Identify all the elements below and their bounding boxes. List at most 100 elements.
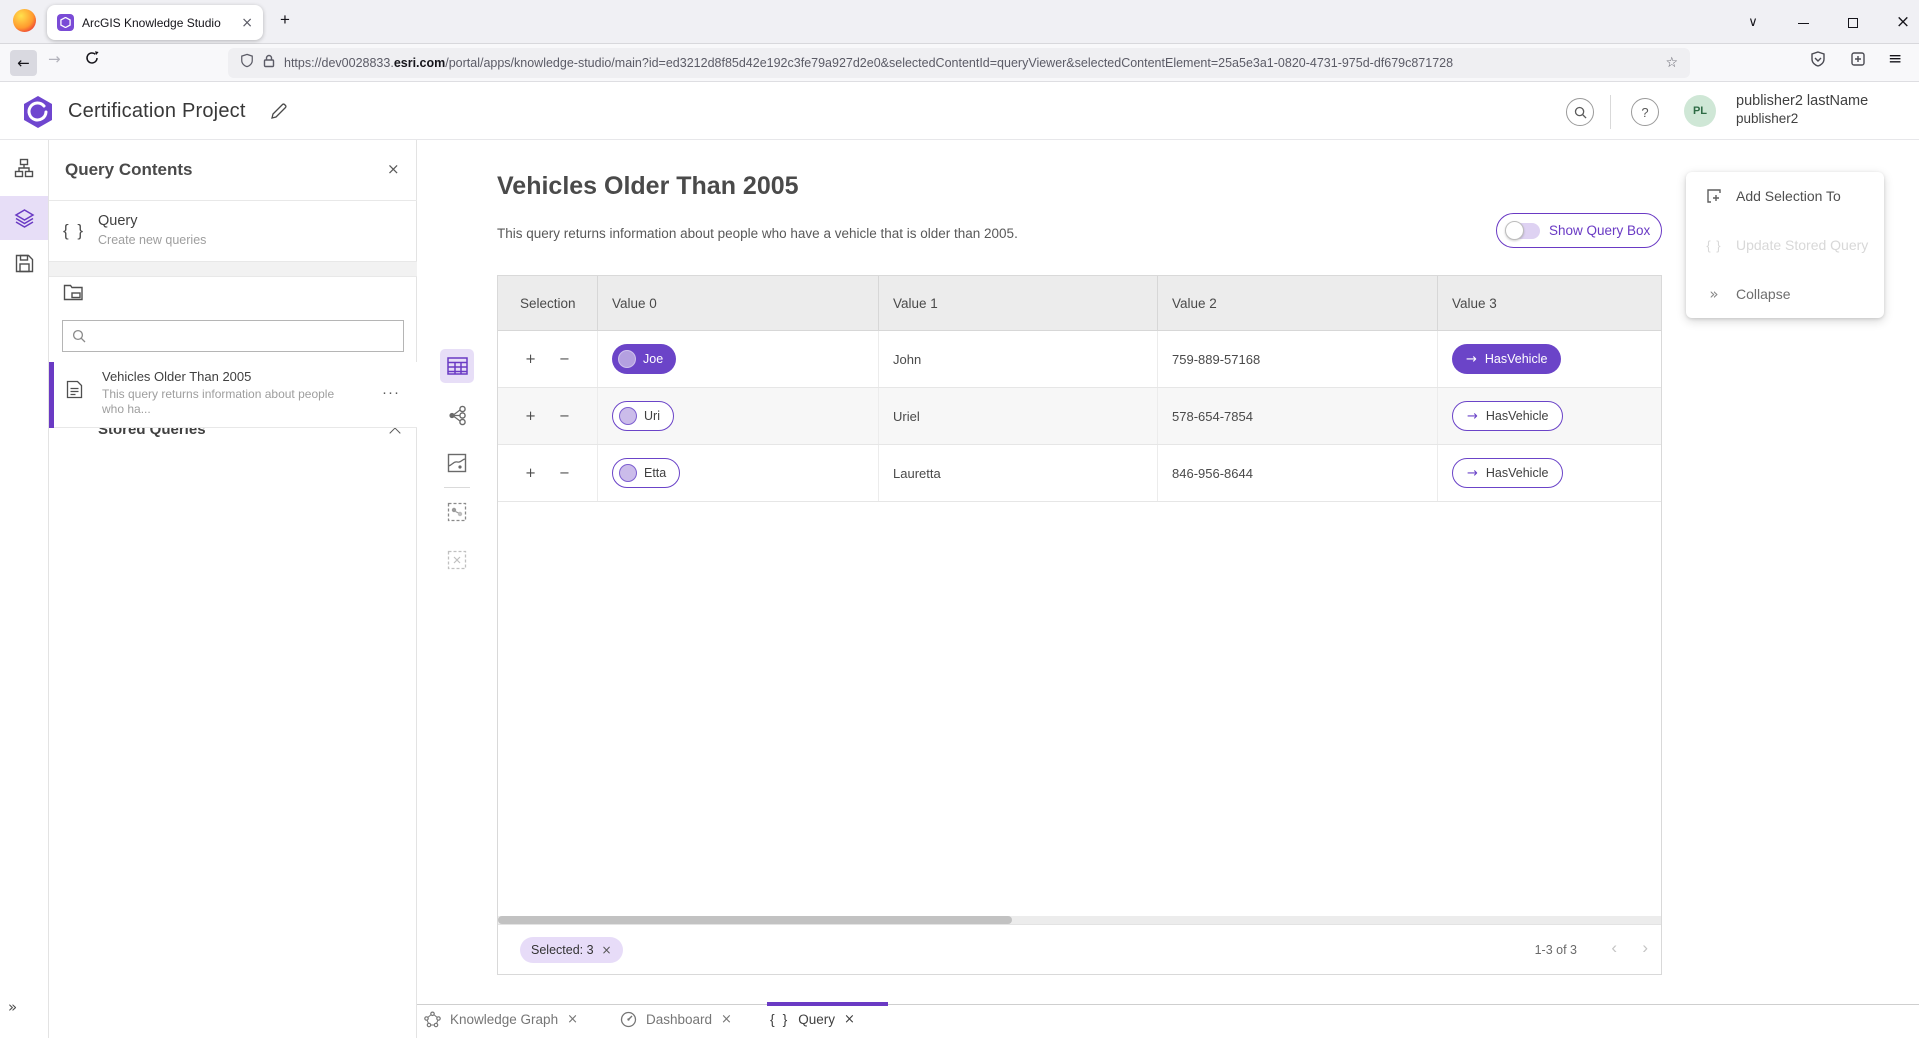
- url-bar[interactable]: https://dev0028833.esri.com/portal/apps/…: [228, 48, 1690, 78]
- cell-value[interactable]: 578-654-7854: [1158, 388, 1438, 444]
- tab-close-icon[interactable]: ×: [844, 1012, 855, 1027]
- rail-save-icon[interactable]: [0, 241, 48, 285]
- tab-knowledge-graph[interactable]: Knowledge Graph ×: [424, 1011, 578, 1028]
- menu-item-collapse[interactable]: » Collapse: [1686, 269, 1884, 318]
- cell-value[interactable]: Lauretta: [879, 445, 1158, 501]
- toggle-track: [1507, 223, 1540, 239]
- query-item[interactable]: { } Query Create new queries: [49, 201, 417, 262]
- rail-hierarchy-icon[interactable]: [0, 146, 48, 190]
- results-table: Selection Value 0 Value 1 Value 2 Value …: [497, 275, 1662, 975]
- bottom-tabbar-divider: [417, 1004, 1919, 1005]
- tracking-shield-icon[interactable]: [240, 53, 254, 73]
- panel-close-icon[interactable]: ×: [387, 160, 400, 178]
- bookmark-star-icon[interactable]: ☆: [1665, 55, 1678, 71]
- relationship-chip[interactable]: →HasVehicle: [1452, 458, 1563, 488]
- lock-icon[interactable]: [263, 54, 275, 73]
- stored-query-icon: [66, 380, 83, 404]
- selected-count-label: Selected: 3: [531, 943, 594, 957]
- graph-selection-icon[interactable]: [440, 495, 474, 529]
- chevron-up-icon[interactable]: [389, 427, 400, 438]
- previous-page-icon: ‹: [1611, 938, 1617, 958]
- search-icon: [72, 329, 86, 343]
- relationship-chip[interactable]: →HasVehicle: [1452, 401, 1563, 431]
- clear-selection-chip-icon[interactable]: ×: [602, 943, 612, 957]
- horizontal-scrollbar[interactable]: [498, 916, 1661, 924]
- add-to-selection-icon[interactable]: +: [525, 352, 536, 367]
- relationship-chip[interactable]: →HasVehicle: [1452, 344, 1561, 374]
- link-chart-view-icon[interactable]: [440, 398, 474, 432]
- cell-value[interactable]: Uriel: [879, 388, 1158, 444]
- stored-queries-search-input[interactable]: [62, 320, 404, 352]
- help-button[interactable]: ?: [1631, 98, 1659, 126]
- browser-tab[interactable]: ArcGIS Knowledge Studio ×: [47, 5, 263, 40]
- entity-chip[interactable]: Joe: [612, 344, 676, 374]
- query-item-subtitle: Create new queries: [98, 233, 206, 247]
- knowledge-graph-icon: [424, 1011, 441, 1028]
- map-view-icon[interactable]: [440, 446, 474, 480]
- minimize-button[interactable]: [1795, 15, 1811, 30]
- tab-close-icon[interactable]: ×: [241, 16, 253, 30]
- table-row[interactable]: + − Uri Uriel 578-654-7854 →HasVehicle: [498, 388, 1661, 445]
- menu-icon[interactable]: ≡: [1888, 49, 1902, 69]
- tab-close-icon[interactable]: ×: [721, 1012, 732, 1027]
- page-subtitle: This query returns information about peo…: [497, 226, 1018, 241]
- user-info[interactable]: publisher2 lastName publisher2: [1736, 92, 1868, 128]
- column-header[interactable]: Selection: [498, 276, 598, 330]
- cell-value[interactable]: 846-956-8644: [1158, 445, 1438, 501]
- context-menu: Add Selection To { } Update Stored Query…: [1686, 172, 1884, 318]
- close-window-button[interactable]: ×: [1895, 12, 1911, 32]
- remove-from-selection-icon[interactable]: −: [559, 409, 570, 424]
- edit-title-icon[interactable]: [270, 103, 287, 125]
- library-icon[interactable]: [1850, 51, 1866, 72]
- collapse-icon: »: [1705, 285, 1723, 303]
- active-tab-indicator: [767, 1002, 888, 1006]
- firefox-icon[interactable]: [13, 9, 36, 32]
- cell-value[interactable]: John: [879, 331, 1158, 387]
- selected-count-chip[interactable]: Selected: 3 ×: [520, 937, 623, 963]
- stored-queries-header[interactable]: Stored Queries: [49, 277, 417, 311]
- pocket-icon[interactable]: [1810, 51, 1826, 72]
- toggle-knob: [1505, 221, 1524, 240]
- maximize-button[interactable]: [1845, 15, 1861, 30]
- reload-button[interactable]: [84, 50, 100, 71]
- tab-dashboard[interactable]: Dashboard ×: [620, 1011, 732, 1028]
- add-to-selection-icon[interactable]: +: [525, 409, 536, 424]
- new-tab-button[interactable]: +: [280, 10, 290, 30]
- more-options-icon[interactable]: ···: [382, 384, 400, 401]
- stored-query-item[interactable]: Vehicles Older Than 2005 This query retu…: [49, 362, 417, 428]
- table-footer: Selected: 3 × 1-3 of 3 ‹ ›: [498, 924, 1661, 974]
- tab-list-icon[interactable]: ∨: [1745, 15, 1761, 30]
- entity-chip[interactable]: Etta: [612, 458, 680, 488]
- add-to-selection-icon[interactable]: +: [525, 466, 536, 481]
- table-row[interactable]: + − Etta Lauretta 846-956-8644 →HasVehic…: [498, 445, 1661, 502]
- entity-icon: [619, 407, 637, 425]
- scrollbar-thumb[interactable]: [498, 916, 1012, 924]
- expand-rail-icon[interactable]: »: [8, 998, 17, 1016]
- entity-icon: [619, 464, 637, 482]
- menu-item-add-selection-to[interactable]: Add Selection To: [1686, 172, 1884, 221]
- tab-label: Dashboard: [646, 1012, 712, 1027]
- braces-icon: { }: [770, 1011, 789, 1027]
- column-header[interactable]: Value 2: [1158, 276, 1438, 330]
- column-header[interactable]: Value 0: [598, 276, 879, 330]
- avatar[interactable]: PL: [1684, 95, 1716, 127]
- tab-query[interactable]: { } Query ×: [770, 1011, 855, 1027]
- user-name: publisher2 lastName: [1736, 92, 1868, 110]
- forward-button[interactable]: →: [48, 50, 61, 68]
- clear-selection-icon[interactable]: [440, 543, 474, 577]
- back-button[interactable]: ←: [10, 50, 37, 76]
- table-row[interactable]: + − Joe John 759-889-57168 →HasVehicle: [498, 331, 1661, 388]
- cell-value[interactable]: 759-889-57168: [1158, 331, 1438, 387]
- show-query-box-toggle[interactable]: Show Query Box: [1496, 213, 1662, 248]
- entity-chip[interactable]: Uri: [612, 401, 674, 431]
- add-selection-icon: [1705, 188, 1723, 204]
- tab-label: Query: [798, 1012, 835, 1027]
- header-search-button[interactable]: [1566, 98, 1594, 126]
- tab-close-icon[interactable]: ×: [567, 1012, 578, 1027]
- remove-from-selection-icon[interactable]: −: [559, 466, 570, 481]
- rail-layers-icon[interactable]: [0, 196, 48, 240]
- column-header[interactable]: Value 3: [1438, 276, 1661, 330]
- remove-from-selection-icon[interactable]: −: [559, 352, 570, 367]
- table-view-icon[interactable]: [440, 349, 474, 383]
- column-header[interactable]: Value 1: [879, 276, 1158, 330]
